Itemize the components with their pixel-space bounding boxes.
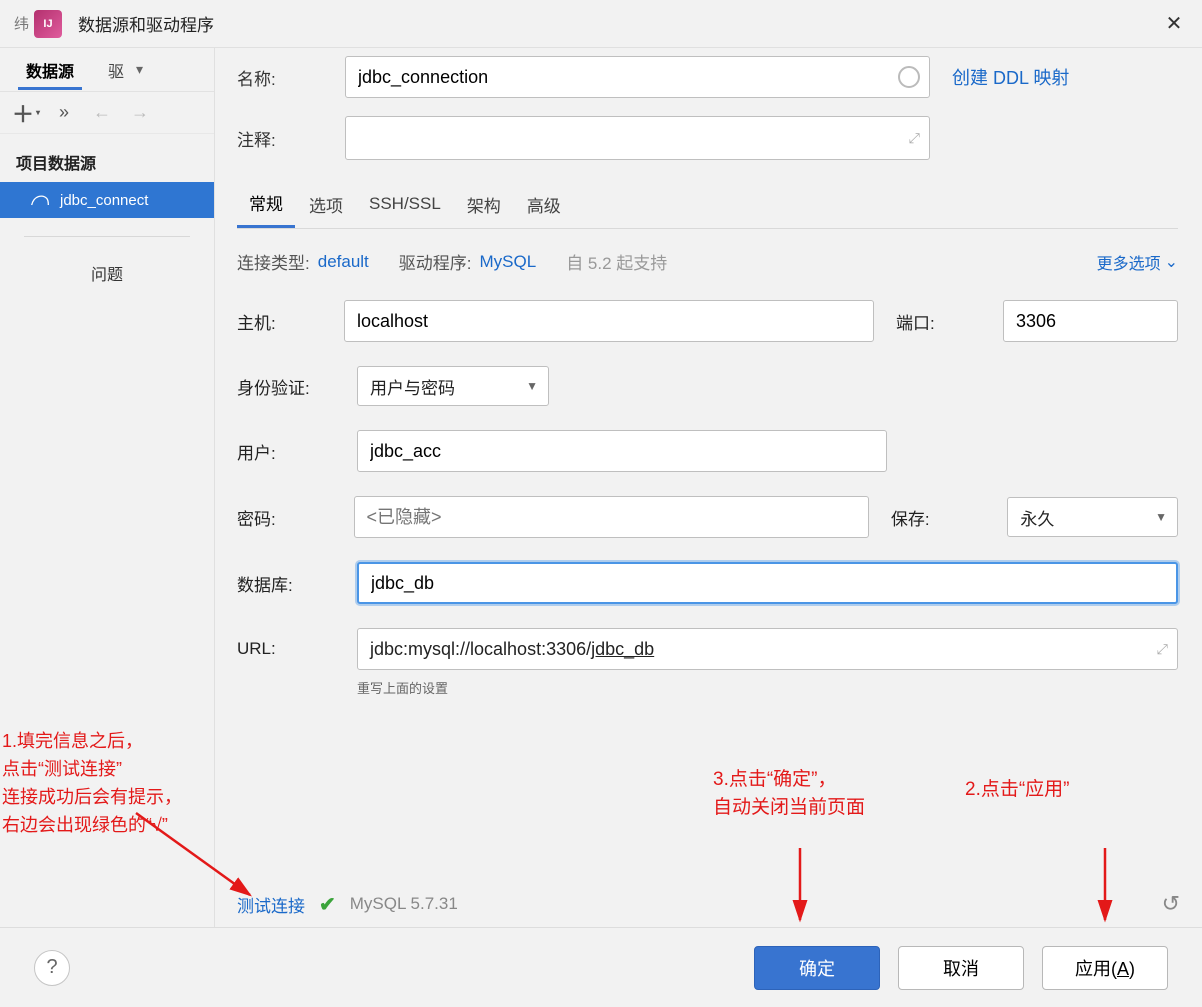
tab-ssh[interactable]: SSH/SSL <box>357 182 453 224</box>
apply-label-key: A <box>1117 959 1129 979</box>
sidebar-toolbar: ＋▾ » ← → <box>0 92 214 134</box>
color-badge[interactable] <box>898 66 920 88</box>
annotation-note-1: 1.填完信息之后， 点击“测试连接” 连接成功后会有提示， 右边会出现绿色的“√… <box>2 728 182 840</box>
auth-select-value: 用户与密码 <box>370 374 455 399</box>
driver-value[interactable]: MySQL <box>480 252 537 272</box>
host-input[interactable] <box>344 300 874 342</box>
titlebar: 纬 IJ 数据源和驱动程序 ✕ <box>0 0 1202 48</box>
port-label: 端口: <box>896 309 1003 334</box>
main-panel: 名称: 创建 DDL 映射 注释: ⤢ 常规 选项 SSH/SSL 架构 高级 … <box>215 48 1202 927</box>
status-bar: 测试连接 ✔ MySQL 5.7.31 ↺ <box>237 891 1180 917</box>
expand-icon[interactable]: ⤢ <box>1157 641 1168 658</box>
cancel-button[interactable]: 取消 <box>898 946 1024 990</box>
host-label: 主机: <box>237 309 344 334</box>
sidebar-section-title: 项目数据源 <box>0 134 214 182</box>
mysql-icon <box>30 193 50 207</box>
name-input[interactable] <box>345 56 930 98</box>
add-button[interactable]: ＋▾ <box>14 101 38 125</box>
annotation-note-2: 2.点击“应用” <box>965 776 1070 804</box>
connection-info-line: 连接类型: default 驱动程序: MySQL 自 5.2 起支持 更多选项… <box>237 249 1178 274</box>
password-input[interactable] <box>354 496 869 538</box>
tab-general[interactable]: 常规 <box>237 178 295 228</box>
comment-input[interactable] <box>345 116 930 160</box>
chevron-down-icon: ⌄ <box>1165 252 1178 272</box>
revert-icon[interactable]: ↺ <box>1162 891 1180 917</box>
edge-handle: 纬 <box>14 13 28 34</box>
sidebar: 数据源 驱 ▾ ＋▾ » ← → 项目数据源 jdbc_connect 问题 1… <box>0 48 215 927</box>
test-connection-link[interactable]: 测试连接 <box>237 892 305 917</box>
tab-schema[interactable]: 架构 <box>455 180 513 227</box>
annotation-note-3: 3.点击“确定”， 自动关闭当前页面 <box>713 766 865 821</box>
user-input[interactable] <box>357 430 887 472</box>
tab-options[interactable]: 选项 <box>297 180 355 227</box>
apply-label-suffix: ) <box>1129 959 1135 979</box>
auth-label: 身份验证: <box>237 374 357 399</box>
forward-icon: → <box>128 101 152 125</box>
close-icon[interactable]: ✕ <box>1160 10 1188 38</box>
save-label: 保存: <box>891 505 1008 530</box>
divider <box>24 236 190 237</box>
driver-label: 驱动程序: <box>399 249 472 274</box>
main-tabs: 常规 选项 SSH/SSL 架构 高级 <box>237 178 1178 229</box>
chevron-down-icon: ▼ <box>1155 510 1167 524</box>
url-hint: 重写上面的设置 <box>357 678 1178 697</box>
mysql-version: MySQL 5.7.31 <box>350 894 458 914</box>
comment-label: 注释: <box>237 126 345 151</box>
conn-type-label: 连接类型: <box>237 249 310 274</box>
tab-advanced[interactable]: 高级 <box>515 180 573 227</box>
app-icon: IJ <box>34 10 62 38</box>
name-label: 名称: <box>237 65 345 90</box>
url-db-part: jdbc_db <box>591 639 654 660</box>
user-label: 用户: <box>237 439 357 464</box>
chevron-down-icon: ▼ <box>526 379 538 393</box>
auth-select[interactable]: 用户与密码 ▼ <box>357 366 549 406</box>
back-icon: ← <box>90 101 114 125</box>
more-icon[interactable]: » <box>52 101 76 125</box>
database-input[interactable] <box>357 562 1178 604</box>
chevron-down-icon[interactable]: ▾ <box>136 61 143 78</box>
sidebar-tabs: 数据源 驱 ▾ <box>0 48 214 92</box>
driver-since: 自 5.2 起支持 <box>566 249 667 274</box>
sidebar-item-label: jdbc_connect <box>60 192 148 209</box>
sidebar-tab-drivers[interactable]: 驱 <box>100 50 132 90</box>
save-select[interactable]: 永久 ▼ <box>1007 497 1178 537</box>
create-ddl-mapping-link[interactable]: 创建 DDL 映射 <box>952 64 1069 90</box>
password-label: 密码: <box>237 505 354 530</box>
sidebar-problems[interactable]: 问题 <box>0 255 214 291</box>
database-label: 数据库: <box>237 571 357 596</box>
port-input[interactable] <box>1003 300 1178 342</box>
url-prefix: jdbc:mysql://localhost:3306/ <box>370 639 591 660</box>
ok-button[interactable]: 确定 <box>754 946 880 990</box>
save-select-value: 永久 <box>1020 505 1054 530</box>
conn-type-value[interactable]: default <box>318 252 369 272</box>
dialog-title: 数据源和驱动程序 <box>78 11 1160 36</box>
expand-icon[interactable]: ⤢ <box>909 130 920 147</box>
dialog-footer: ? 确定 取消 应用(A) <box>0 927 1202 1007</box>
check-icon: ✔ <box>319 892 336 917</box>
more-options-label: 更多选项 <box>1097 250 1161 274</box>
more-options-link[interactable]: 更多选项 ⌄ <box>1097 250 1178 274</box>
sidebar-item-datasource[interactable]: jdbc_connect <box>0 182 214 218</box>
url-input[interactable]: jdbc:mysql://localhost:3306/jdbc_db <box>357 628 1178 670</box>
apply-button[interactable]: 应用(A) <box>1042 946 1168 990</box>
url-label: URL: <box>237 639 357 659</box>
sidebar-tab-sources[interactable]: 数据源 <box>18 50 82 90</box>
apply-label-prefix: 应用( <box>1075 959 1117 979</box>
help-button[interactable]: ? <box>34 950 70 986</box>
